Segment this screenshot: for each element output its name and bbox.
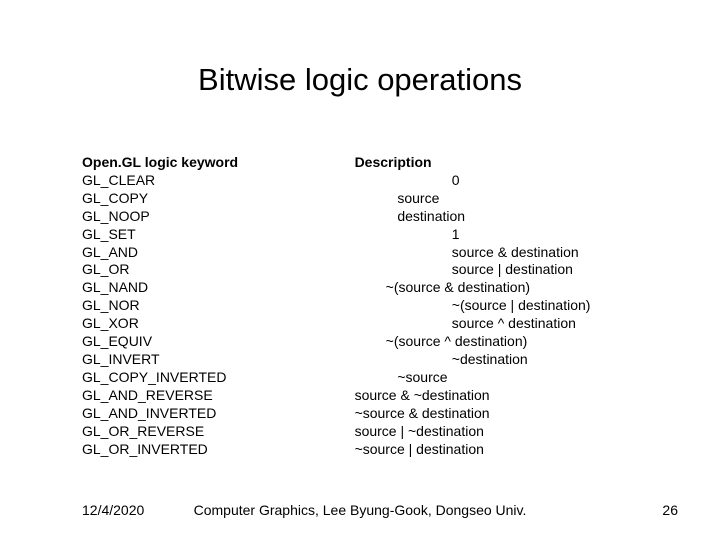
table-row: GL_SET 1 (82, 226, 642, 244)
cell-keyword: GL_OR_INVERTED (82, 441, 355, 459)
cell-description: source | destination (355, 261, 642, 279)
table-row: GL_OR_REVERSEsource | ~destination (82, 423, 642, 441)
cell-keyword: GL_SET (82, 226, 355, 244)
table-body: GL_CLEAR 0GL_COPY sourceGL_NOOP destinat… (82, 172, 642, 459)
cell-description: source (355, 190, 642, 208)
footer-center: Computer Graphics, Lee Byung-Gook, Dongs… (0, 502, 720, 518)
cell-description: source ^ destination (355, 315, 642, 333)
cell-keyword: GL_NAND (82, 279, 355, 297)
table-row: GL_NOOP destination (82, 208, 642, 226)
cell-keyword: GL_OR_REVERSE (82, 423, 355, 441)
cell-description: ~destination (355, 351, 642, 369)
cell-description: ~source | destination (355, 441, 642, 459)
cell-keyword: GL_EQUIV (82, 333, 355, 351)
table-header-row: Open.GL logic keyword Description (82, 154, 642, 172)
table-row: GL_OR_INVERTED~source | destination (82, 441, 642, 459)
cell-keyword: GL_NOOP (82, 208, 355, 226)
table-row: GL_AND_REVERSEsource & ~destination (82, 387, 642, 405)
footer-page: 26 (662, 502, 678, 518)
slide-title: Bitwise logic operations (0, 62, 720, 98)
cell-keyword: GL_AND (82, 244, 355, 262)
cell-description: ~(source & destination) (355, 279, 642, 297)
cell-description: ~source & destination (355, 405, 642, 423)
cell-description: 1 (355, 226, 642, 244)
table-row: GL_COPY_INVERTED ~source (82, 369, 642, 387)
cell-description: source & destination (355, 244, 642, 262)
cell-description: source & ~destination (355, 387, 642, 405)
table-row: GL_NOR ~(source | destination) (82, 297, 642, 315)
cell-description: ~(source | destination) (355, 297, 642, 315)
cell-description: 0 (355, 172, 642, 190)
slide: Bitwise logic operations Open.GL logic k… (0, 0, 720, 540)
table-row: GL_XOR source ^ destination (82, 315, 642, 333)
table-row: GL_AND source & destination (82, 244, 642, 262)
table-row: GL_AND_INVERTED~source & destination (82, 405, 642, 423)
table-row: GL_EQUIV ~(source ^ destination) (82, 333, 642, 351)
table-row: GL_COPY source (82, 190, 642, 208)
table-row: GL_OR source | destination (82, 261, 642, 279)
cell-description: destination (355, 208, 642, 226)
content-area: Open.GL logic keyword Description GL_CLE… (82, 154, 642, 458)
table-row: GL_NAND ~(source & destination) (82, 279, 642, 297)
header-keyword: Open.GL logic keyword (82, 154, 355, 172)
table-row: GL_INVERT ~destination (82, 351, 642, 369)
cell-keyword: GL_OR (82, 261, 355, 279)
cell-keyword: GL_AND_INVERTED (82, 405, 355, 423)
cell-description: ~source (355, 369, 642, 387)
cell-description: ~(source ^ destination) (355, 333, 642, 351)
cell-keyword: GL_COPY (82, 190, 355, 208)
cell-keyword: GL_AND_REVERSE (82, 387, 355, 405)
cell-keyword: GL_XOR (82, 315, 355, 333)
cell-keyword: GL_CLEAR (82, 172, 355, 190)
cell-keyword: GL_INVERT (82, 351, 355, 369)
cell-keyword: GL_NOR (82, 297, 355, 315)
header-description: Description (355, 154, 642, 172)
cell-keyword: GL_COPY_INVERTED (82, 369, 355, 387)
table-row: GL_CLEAR 0 (82, 172, 642, 190)
cell-description: source | ~destination (355, 423, 642, 441)
